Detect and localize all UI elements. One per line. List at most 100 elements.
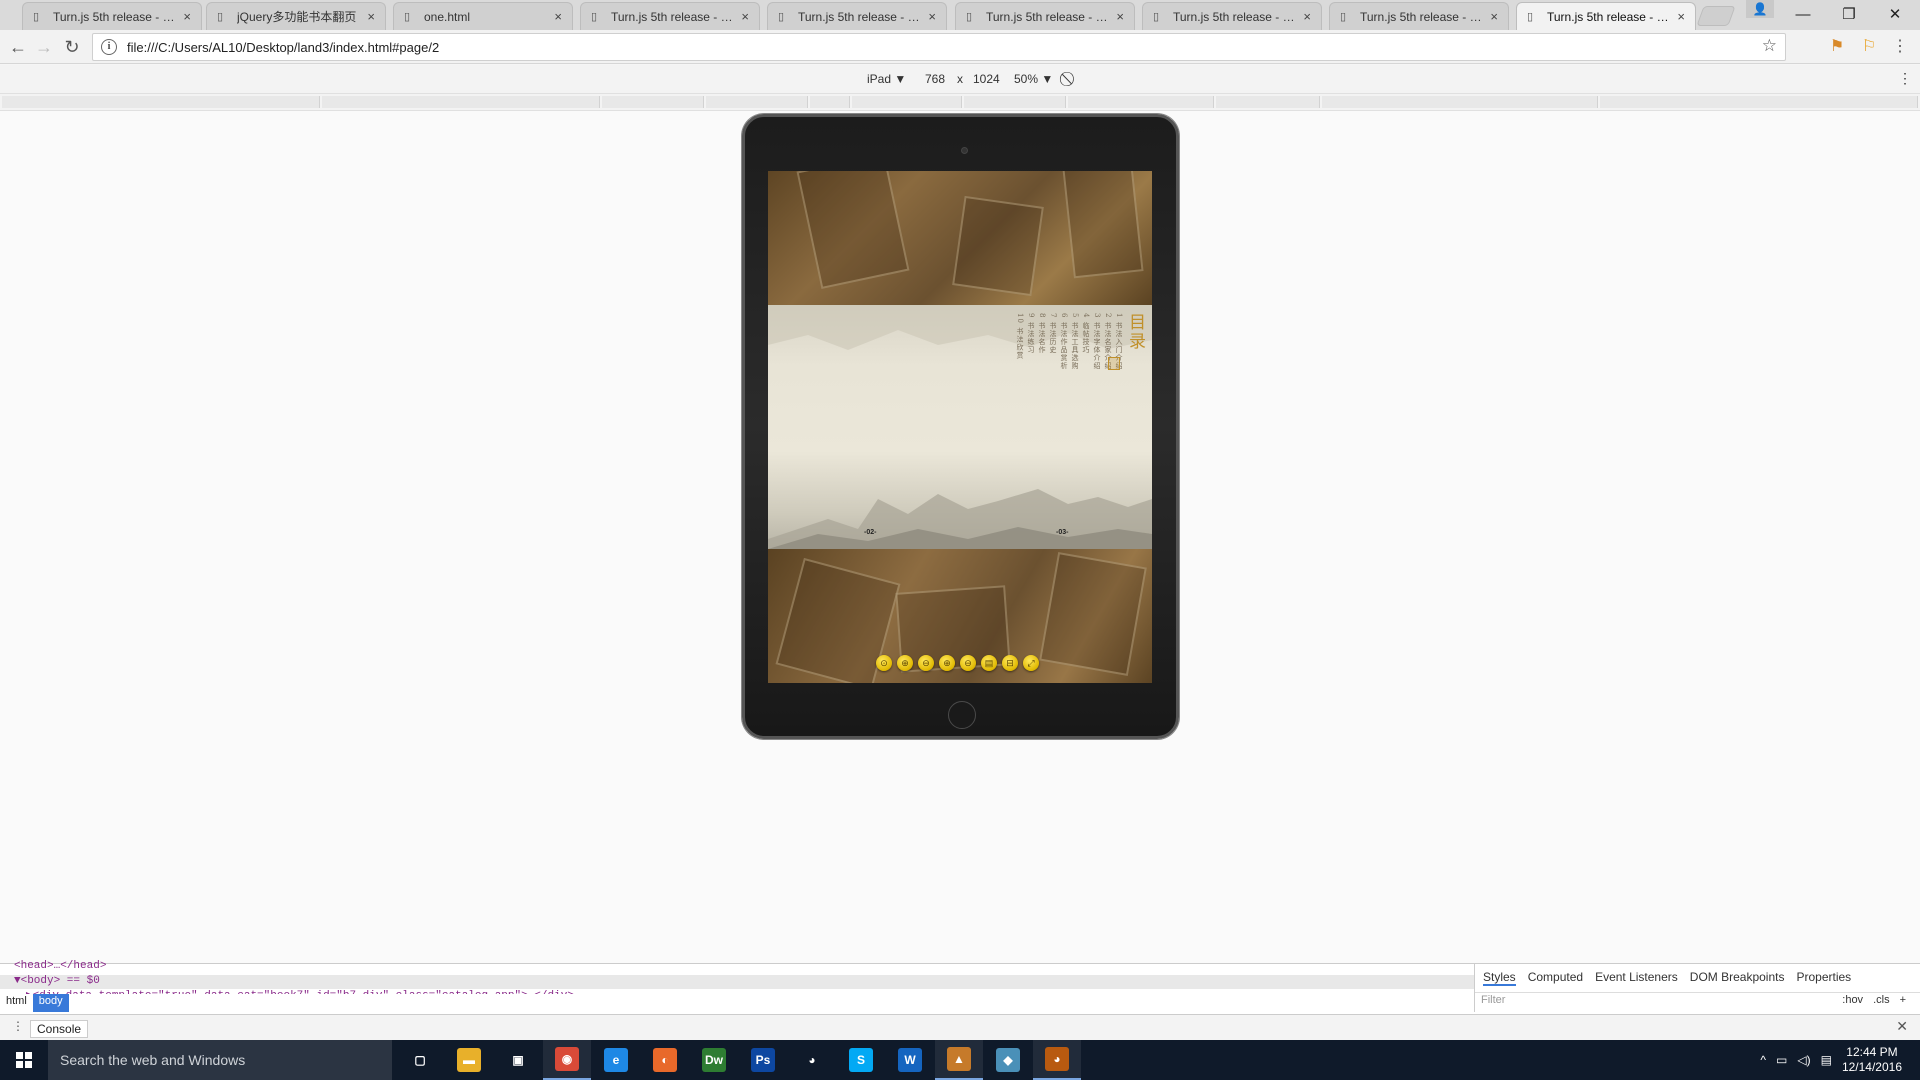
tab-close-icon[interactable]: × [1303,9,1311,24]
file-explorer-icon[interactable]: ▬ [445,1040,493,1080]
toc-item[interactable]: 4 临帖技巧 [1082,313,1090,370]
address-bar[interactable]: i file:///C:/Users/AL10/Desktop/land3/in… [92,33,1786,61]
media-query-bar[interactable] [0,93,1920,111]
tab-close-icon[interactable]: × [554,9,562,24]
tab-close-icon[interactable]: × [1490,9,1498,24]
menu-icon[interactable]: ⋮ [1888,35,1912,59]
store-icon[interactable]: ▣ [494,1040,542,1080]
styles-filter-input[interactable]: Filter [1481,994,1505,1006]
home-icon[interactable]: ⊙ [876,655,892,671]
tab-item[interactable]: ▯ Turn.js 5th release - HTML × [22,2,202,30]
console-tab[interactable]: Console [30,1020,89,1038]
reload-icon[interactable]: ↻ [60,35,84,59]
tab-item[interactable]: ▯ Turn.js 5th release - HTML × [955,2,1135,30]
open-book[interactable]: 目录 1 书法入门介绍 2 书法名家介绍 3 书法字体介绍 4 临帖技巧 5 书法工具选… [768,305,1152,549]
bookmark-star-icon[interactable]: ☆ [1762,36,1777,56]
close-drawer-icon[interactable]: ✕ [1896,1018,1908,1035]
tab-item[interactable]: ▯ Turn.js 5th release - HTML × [767,2,947,30]
extension-icon[interactable]: ⚑ [1825,35,1849,59]
extension-flag-icon[interactable]: ⚐ [1857,35,1881,59]
media-segment[interactable] [964,96,1066,108]
tray-expand-icon[interactable]: ^ [1760,1053,1766,1067]
tab-item[interactable]: ▯ Turn.js 5th release - HTML × [1516,2,1696,30]
chrome-icon[interactable]: ◉ [543,1040,591,1080]
toc-item[interactable]: 8 书法名作 [1038,313,1046,370]
zoom-in-icon[interactable]: ⊕ [897,655,913,671]
print-icon[interactable]: ⊟ [1002,655,1018,671]
tab-close-icon[interactable]: × [1116,9,1124,24]
media-segment[interactable] [1216,96,1320,108]
tab-item[interactable]: ▯ one.html × [393,2,573,30]
media-segment[interactable] [2,96,320,108]
media-segment[interactable] [602,96,704,108]
task-view-icon[interactable]: ▢ [396,1040,444,1080]
qq-app-icon[interactable]: ◕ [1033,1040,1081,1080]
breadcrumb-body[interactable]: body [32,994,69,1012]
photoshop-icon[interactable]: Ps [739,1040,787,1080]
tab-styles[interactable]: Styles [1483,970,1516,986]
tab-dom-breakpoints[interactable]: DOM Breakpoints [1690,970,1785,986]
new-tab-button[interactable] [1696,6,1736,26]
tab-close-icon[interactable]: × [741,9,749,24]
info-icon[interactable]: i [101,39,117,55]
qq-icon[interactable]: ◕ [788,1040,836,1080]
zoom-in-icon[interactable]: ⊕ [939,655,955,671]
zoom-select[interactable]: 50% ▼ [1014,72,1053,86]
profile-icon[interactable]: 👤 [1746,0,1774,18]
dom-line[interactable]: <head>…</head> [14,960,106,972]
device-menu-icon[interactable]: ⋮ [1898,70,1912,87]
media-segment[interactable] [706,96,808,108]
edge-icon[interactable]: e [592,1040,640,1080]
tab-close-icon[interactable]: × [928,9,936,24]
app-icon[interactable]: ◆ [984,1040,1032,1080]
breadcrumb-html[interactable]: html [0,994,33,1012]
taskbar-clock[interactable]: 12:44 PM 12/14/2016 [1842,1045,1902,1075]
tab-item[interactable]: ▯ Turn.js 5th release - HTML × [1142,2,1322,30]
device-height[interactable]: 1024 [973,72,1000,86]
toc-item[interactable]: 9 书法练习 [1027,313,1035,370]
add-rule-button[interactable]: + [1900,994,1906,1006]
tab-computed[interactable]: Computed [1528,970,1583,986]
device-select[interactable]: iPad ▼ [867,72,906,86]
dom-line[interactable]: ▶<div data-template="true" data-cat="boo… [26,988,574,994]
zoom-out-icon[interactable]: ⊖ [918,655,934,671]
toc-item[interactable]: 10 书法欣赏 [1016,313,1024,370]
skype-icon[interactable]: S [837,1040,885,1080]
close-window-icon[interactable]: ✕ [1872,0,1918,28]
media-segment[interactable] [1068,96,1214,108]
dom-line-selected[interactable]: ▼<body> == $0 [14,975,100,987]
toc-item[interactable]: 7 书法历史 [1049,313,1057,370]
media-segment[interactable] [852,96,962,108]
toc-item[interactable]: 3 书法字体介绍 [1093,313,1101,370]
taskbar-search[interactable]: Search the web and Windows [48,1040,392,1080]
forward-icon[interactable]: → [32,35,56,59]
cls-toggle[interactable]: .cls [1873,994,1890,1006]
firefox-icon[interactable]: ◐ [641,1040,689,1080]
media-segment[interactable] [810,96,850,108]
device-screen[interactable]: 目录 1 书法入门介绍 2 书法名家介绍 3 书法字体介绍 4 临帖技巧 5 书法工具选… [768,171,1152,683]
drawer-menu-icon[interactable]: ⋮ [12,1019,24,1033]
photos-icon[interactable]: ▲ [935,1040,983,1080]
network-icon[interactable]: ▭ [1776,1053,1787,1067]
restore-icon[interactable]: ❐ [1826,0,1872,28]
thumbnails-icon[interactable]: ▤ [981,655,997,671]
tab-event-listeners[interactable]: Event Listeners [1595,970,1678,986]
tab-item[interactable]: ▯ Turn.js 5th release - HTML × [1329,2,1509,30]
tab-close-icon[interactable]: × [183,9,191,24]
toc-item[interactable]: 5 书法工具选购 [1071,313,1079,370]
volume-icon[interactable]: ◁) [1797,1053,1810,1067]
start-button[interactable] [0,1040,48,1080]
back-icon[interactable]: ← [6,35,30,59]
tab-properties[interactable]: Properties [1796,970,1851,986]
minimize-icon[interactable]: — [1780,0,1826,28]
zoom-out-icon[interactable]: ⊖ [960,655,976,671]
tab-close-icon[interactable]: × [1677,9,1685,24]
media-segment[interactable] [1600,96,1918,108]
home-button[interactable] [948,701,976,729]
media-segment[interactable] [1322,96,1598,108]
word-icon[interactable]: W [886,1040,934,1080]
tab-close-icon[interactable]: × [367,9,375,24]
device-width[interactable]: 768 [925,72,945,86]
notifications-icon[interactable]: ▤ [1821,1053,1832,1067]
fullscreen-icon[interactable]: ⤢ [1023,655,1039,671]
